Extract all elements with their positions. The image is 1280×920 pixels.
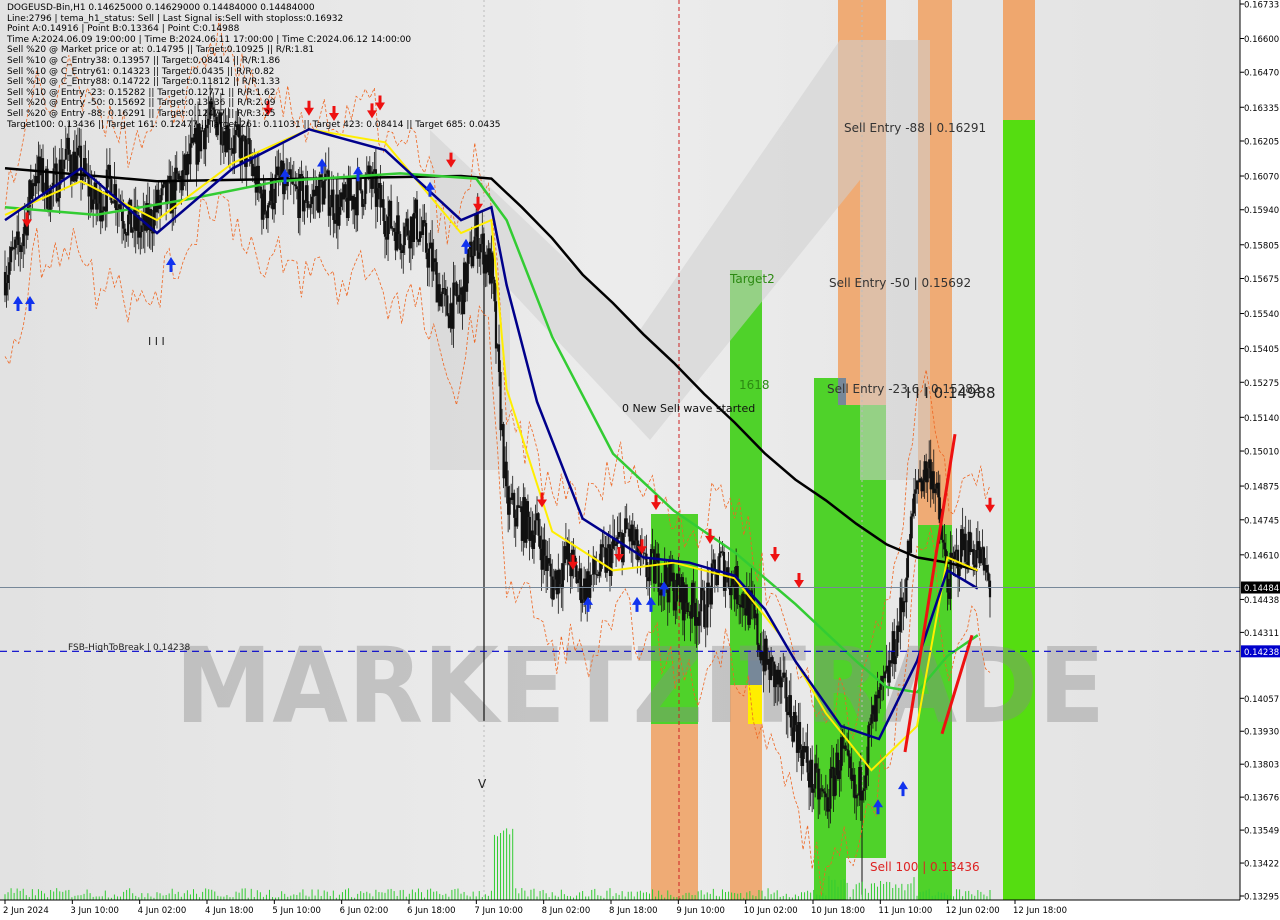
- time-tick-label: 5 Jun 10:00: [272, 906, 321, 916]
- candle: [622, 533, 625, 566]
- info-line: DOGEUSD-Bin,H1 0.14625000 0.14629000 0.1…: [7, 3, 315, 13]
- time-tick-label: 12 Jun 18:00: [1013, 906, 1067, 916]
- info-line: Sell %10 @ C_Entry88: 0.14722 || Target:…: [7, 77, 281, 88]
- candle: [736, 561, 739, 609]
- candle: [909, 510, 913, 553]
- new-wave-label: 0 New Sell wave started: [622, 402, 755, 415]
- info-line: Target100: 0.13436 || Target 161: 0.1247…: [7, 119, 501, 130]
- time-tick-label: 9 Jun 10:00: [676, 906, 725, 916]
- bar-marker-label: I I I: [148, 335, 165, 348]
- price-tick-label: 0.13803: [1244, 761, 1279, 771]
- time-tick-label: 4 Jun 18:00: [205, 906, 254, 916]
- price-tick-label: 0.15275: [1244, 379, 1279, 389]
- price-tick-label: 0.16070: [1244, 173, 1279, 183]
- price-tick-label: 0.13676: [1244, 794, 1279, 804]
- time-tick-label: 8 Jun 02:00: [542, 906, 591, 916]
- info-line: Point A:0.14916 | Point B:0.13364 | Poin…: [7, 24, 240, 35]
- fib-zone: [1003, 0, 1035, 120]
- price-tick-label: 0.15405: [1244, 345, 1279, 355]
- sell-entry-50-label: Sell Entry -50 | 0.15692: [829, 276, 971, 290]
- candle: [110, 175, 113, 205]
- price-axis[interactable]: 0.16733 0.16600 0.16470 0.16335 0.16205 0.160…: [1239, 0, 1280, 920]
- info-line: Sell %10 @ Entry -23: 0.15282 || Target:…: [7, 87, 276, 98]
- time-tick-label: 6 Jun 18:00: [407, 906, 456, 916]
- price-tick-label: 0.16205: [1244, 137, 1279, 147]
- time-tick-label: 10 Jun 02:00: [744, 906, 798, 916]
- time-axis[interactable]: 2 Jun 2024 3 Jun 10:00 4 Jun 02:00 4 Jun 18…: [0, 899, 1280, 920]
- info-line: Sell %20 @ Entry -88: 0.16291 || Target:…: [7, 108, 276, 119]
- target2-label: Target2: [729, 272, 775, 286]
- time-tick-label: 2 Jun 2024: [3, 906, 49, 916]
- price-tick-label: 0.14745: [1244, 516, 1279, 526]
- info-line: Time A:2024.06.09 19:00:00 | Time B:2024…: [7, 34, 412, 45]
- price-tick-label: 0.13422: [1244, 860, 1279, 870]
- time-tick-label: 7 Jun 10:00: [474, 906, 523, 916]
- price-tick-label: 0.14875: [1244, 483, 1279, 493]
- info-line: Sell %20 @ Entry -50: 0.15692 || Target:…: [7, 98, 276, 109]
- candle: [130, 199, 133, 233]
- price-tick-label: 0.14238: [1244, 648, 1279, 658]
- point-c-label: I I I 0.14988: [906, 384, 996, 402]
- time-tick-label: 12 Jun 02:00: [946, 906, 1000, 916]
- chart-background: [0, 0, 1240, 900]
- low-marker-label: V: [478, 777, 487, 791]
- fib-1618-label: 1618: [739, 378, 770, 392]
- fib-zone: [651, 724, 698, 900]
- price-tick-label: 0.15805: [1244, 241, 1279, 251]
- price-tick-label: 0.16335: [1244, 104, 1279, 114]
- price-chart[interactable]: MARKETZITRADE Sell Entry -88 | 0.16291Se…: [0, 0, 1280, 920]
- price-tick-label: 0.14438: [1244, 596, 1279, 606]
- price-tick-label: 0.15675: [1244, 275, 1279, 285]
- price-tick-label: 0.16470: [1244, 69, 1279, 79]
- price-tick-label: 0.15140: [1244, 414, 1279, 424]
- price-tick-label: 0.16733: [1244, 1, 1279, 11]
- price-tick-label: 0.13930: [1244, 728, 1279, 738]
- info-line: Sell %10 @ C_Entry38: 0.13957 || Target:…: [7, 55, 281, 66]
- info-line: Sell %20 @ Market price or at: 0.14795 |…: [7, 45, 315, 56]
- price-tick-label: 0.14057: [1244, 695, 1279, 705]
- price-tick-label: 0.16600: [1244, 35, 1279, 45]
- price-tick-label: 0.15010: [1244, 448, 1279, 458]
- price-tick-label: 0.14311: [1244, 629, 1279, 639]
- price-tick-label: 0.13549: [1244, 827, 1279, 837]
- price-tick-label: 0.15940: [1244, 206, 1279, 216]
- fib-zone: [1003, 120, 1035, 900]
- fsb-label: FSB-HighToBreak | 0.14238: [68, 643, 190, 653]
- sell-100-label: Sell 100 | 0.13436: [870, 860, 980, 874]
- time-tick-label: 3 Jun 10:00: [70, 906, 119, 916]
- info-line: Line:2796 | tema_h1_status: Sell | Last …: [7, 13, 344, 24]
- candle: [979, 546, 982, 567]
- indicator-info-panel: DOGEUSD-Bin,H1 0.14625000 0.14629000 0.1…: [7, 3, 501, 130]
- time-tick-label: 6 Jun 02:00: [340, 906, 389, 916]
- time-tick-label: 11 Jun 10:00: [878, 906, 932, 916]
- time-tick-label: 10 Jun 18:00: [811, 906, 865, 916]
- info-line: Sell %10 @ C_Entry61: 0.14323 || Target:…: [7, 66, 275, 77]
- time-tick-label: 8 Jun 18:00: [609, 906, 658, 916]
- price-tick-label: 0.15540: [1244, 310, 1279, 320]
- price-tick-label: 0.14484: [1244, 584, 1279, 594]
- candle: [55, 157, 58, 204]
- time-tick-label: 4 Jun 02:00: [138, 906, 187, 916]
- price-tick-label: 0.14610: [1244, 551, 1279, 561]
- sell-entry-88-label: Sell Entry -88 | 0.16291: [844, 121, 986, 135]
